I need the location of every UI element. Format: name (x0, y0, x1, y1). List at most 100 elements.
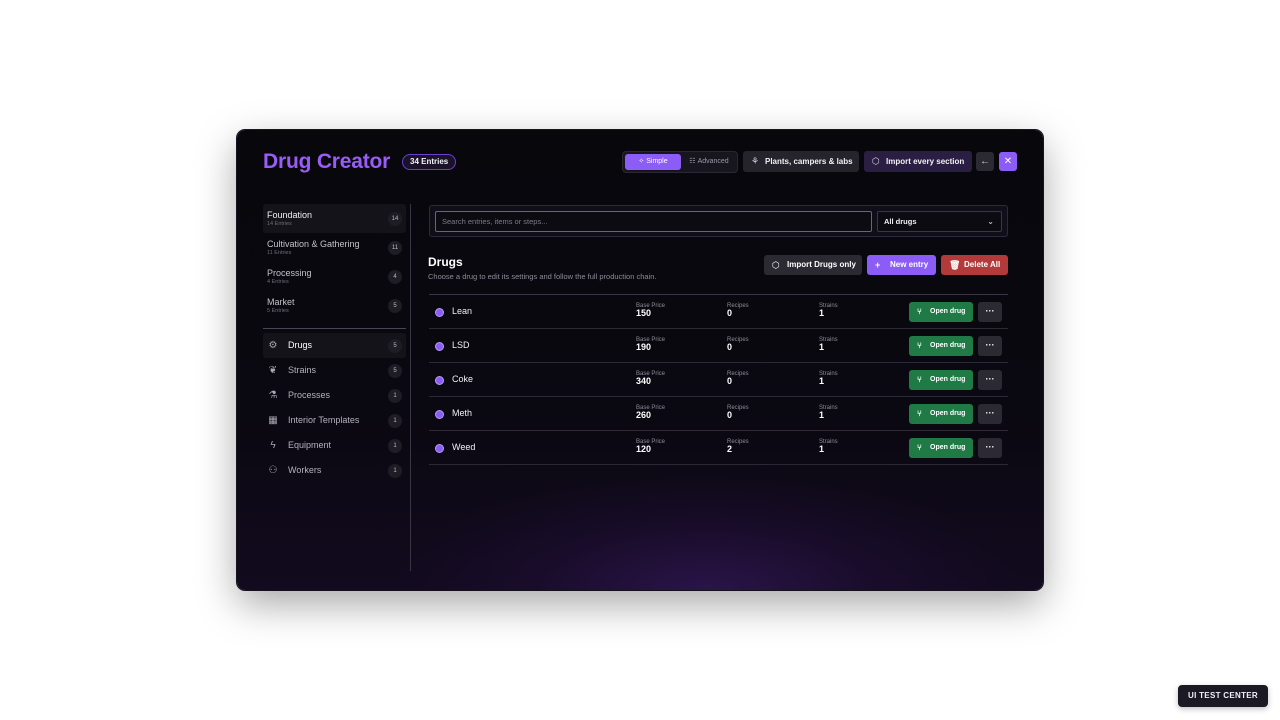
stat-value: 1 (819, 308, 825, 318)
sidebar: Foundation 14 Entries 14 Cultivation & G… (263, 204, 406, 483)
delete-all-button[interactable]: 🗑 Delete All (941, 255, 1008, 275)
plants-campers-labs-button[interactable]: ⚘ Plants, campers & labs (743, 151, 859, 172)
drug-name: Meth (452, 408, 473, 418)
section-count: 11 (388, 241, 402, 255)
sidebar-section-cultivation[interactable]: Cultivation & Gathering 11 Entries 11 (263, 233, 406, 262)
new-entry-label: New entry (890, 260, 929, 269)
mode-advanced-button[interactable]: ☷ Advanced (683, 154, 735, 170)
section-entries: 14 Entries (267, 221, 292, 227)
entries-count-badge: 34 Entries (402, 154, 457, 170)
more-options-button[interactable]: ··· (978, 370, 1002, 390)
strains-stat: Strains 1 (819, 405, 838, 420)
page-title: Drug Creator (263, 150, 391, 173)
stat-value: 190 (636, 342, 652, 352)
stat-value: 0 (727, 308, 733, 318)
more-options-button[interactable]: ··· (978, 404, 1002, 424)
branch-icon: ⑂ (917, 409, 922, 418)
ellipsis-icon: ··· (985, 306, 995, 316)
sidebar-item-interior-templates[interactable]: ▦ Interior Templates 1 (263, 408, 406, 433)
sidebar-vertical-divider (410, 204, 411, 571)
sidebar-item-processes[interactable]: ⚗ Processes 1 (263, 383, 406, 408)
sidebar-item-strains[interactable]: ❦ Strains 5 (263, 358, 406, 383)
sidebar-divider (263, 328, 406, 329)
mode-simple-button[interactable]: ✧ Simple (625, 154, 681, 170)
ellipsis-icon: ··· (985, 408, 995, 418)
open-drug-button[interactable]: ⑂ Open drug (909, 404, 973, 424)
open-drug-label: Open drug (930, 376, 966, 383)
sidebar-item-label: Drugs (288, 340, 313, 350)
recipes-stat: Recipes 0 (727, 405, 749, 420)
recipes-stat: Recipes 0 (727, 337, 749, 352)
sidebar-item-label: Processes (288, 390, 331, 400)
search-input[interactable] (435, 211, 872, 232)
building-icon: ▦ (268, 415, 278, 426)
branch-icon: ⑂ (917, 307, 922, 316)
sidebar-item-workers[interactable]: ⚇ Workers 1 (263, 458, 406, 483)
table-row: Lean Base Price 150 Recipes 0 Strains 1 ⑂ Op… (429, 295, 1008, 329)
sidebar-item-equipment[interactable]: ϟ Equipment 1 (263, 433, 406, 458)
stat-value: 1 (819, 342, 825, 352)
more-options-button[interactable]: ··· (978, 336, 1002, 356)
strains-stat: Strains 1 (819, 439, 838, 454)
filter-value: All drugs (884, 217, 917, 226)
section-name: Processing (267, 268, 312, 278)
base-price-stat: Base Price 260 (636, 405, 665, 420)
recipes-stat: Recipes 2 (727, 439, 749, 454)
import-every-section-button[interactable]: ⬡ Import every section (864, 151, 972, 172)
recipes-stat: Recipes 0 (727, 371, 749, 386)
open-drug-button[interactable]: ⑂ Open drug (909, 302, 973, 322)
sidebar-item-drugs[interactable]: ⚙ Drugs 5 (263, 333, 406, 358)
open-drug-button[interactable]: ⑂ Open drug (909, 438, 973, 458)
stat-value: 1 (819, 376, 825, 386)
section-entries: 11 Entries (267, 250, 292, 256)
base-price-stat: Base Price 190 (636, 337, 665, 352)
ellipsis-icon: ··· (985, 374, 995, 384)
strains-stat: Strains 1 (819, 303, 838, 318)
search-bar: All drugs ⌄ (429, 205, 1008, 237)
back-button[interactable]: ← (976, 152, 994, 171)
import-drugs-button[interactable]: ⬡ Import Drugs only (764, 255, 862, 275)
ellipsis-icon: ··· (985, 340, 995, 350)
drug-name: LSD (452, 340, 470, 350)
flask-icon: ⚗ (268, 390, 278, 401)
strains-stat: Strains 1 (819, 337, 838, 352)
sidebar-section-processing[interactable]: Processing 4 Entries 4 (263, 262, 406, 291)
open-drug-label: Open drug (930, 342, 966, 349)
import-drugs-label: Import Drugs only (787, 260, 856, 269)
sidebar-section-market[interactable]: Market 5 Entries 5 (263, 291, 406, 320)
section-count: 14 (388, 212, 402, 226)
table-row: Meth Base Price 260 Recipes 0 Strains 1 ⑂ Op… (429, 397, 1008, 431)
leaf-icon: ❦ (268, 365, 278, 376)
ui-test-center-badge[interactable]: UI TEST CENTER (1178, 685, 1268, 707)
sidebar-item-count: 1 (388, 414, 402, 428)
open-drug-label: Open drug (930, 308, 966, 315)
drug-name: Lean (452, 306, 473, 316)
mode-simple-label: Simple (646, 158, 668, 165)
sidebar-item-count: 1 (388, 464, 402, 478)
stat-value: 120 (636, 444, 652, 454)
stat-value: 0 (727, 410, 733, 420)
stat-value: 0 (727, 342, 733, 352)
box-icon: ⬡ (772, 260, 780, 270)
sidebar-item-label: Strains (288, 365, 317, 375)
base-price-stat: Base Price 150 (636, 303, 665, 318)
drug-color-dot (435, 410, 444, 419)
stat-value: 2 (727, 444, 733, 454)
more-options-button[interactable]: ··· (978, 438, 1002, 458)
drug-filter-select[interactable]: All drugs ⌄ (877, 211, 1002, 232)
close-button[interactable]: ✕ (999, 152, 1017, 171)
mode-advanced-label: Advanced (697, 158, 729, 165)
drug-color-dot (435, 444, 444, 453)
new-entry-button[interactable]: + New entry (867, 255, 936, 275)
section-entries: 5 Entries (267, 308, 289, 314)
users-icon: ⚇ (268, 465, 278, 476)
open-drug-label: Open drug (930, 444, 966, 451)
ellipsis-icon: ··· (985, 442, 995, 452)
section-name: Market (267, 297, 295, 307)
section-subtitle: Choose a drug to edit its settings and f… (428, 272, 657, 281)
strains-stat: Strains 1 (819, 371, 838, 386)
open-drug-button[interactable]: ⑂ Open drug (909, 370, 973, 390)
sidebar-section-foundation[interactable]: Foundation 14 Entries 14 (263, 204, 406, 233)
more-options-button[interactable]: ··· (978, 302, 1002, 322)
open-drug-button[interactable]: ⑂ Open drug (909, 336, 973, 356)
